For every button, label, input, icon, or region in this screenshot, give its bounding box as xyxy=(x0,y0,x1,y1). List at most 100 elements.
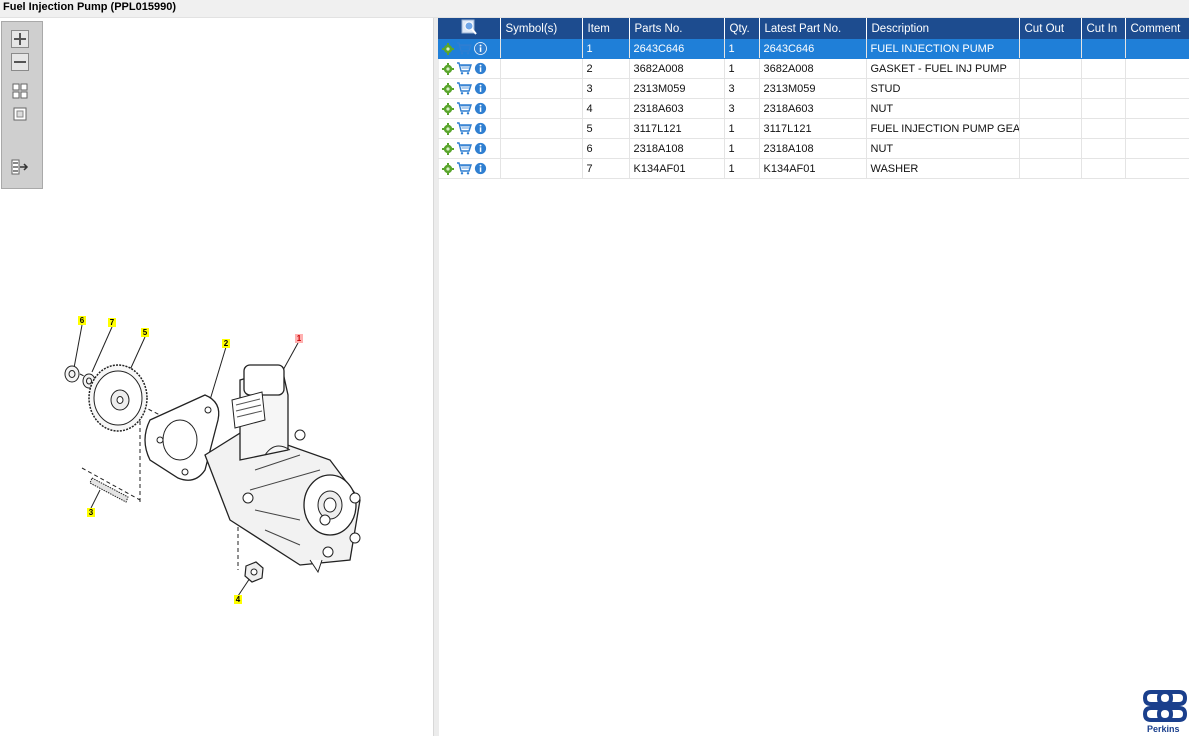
callout-4[interactable]: 4 xyxy=(234,595,242,604)
info-icon[interactable] xyxy=(474,122,487,135)
cell-cut-in xyxy=(1081,118,1126,139)
search-parts-icon[interactable] xyxy=(461,19,477,35)
cell-latest-part-no: 3682A008 xyxy=(759,58,867,79)
cell-cut-in xyxy=(1081,98,1126,119)
callout-3[interactable]: 3 xyxy=(87,508,95,517)
exploded-parts-diagram[interactable] xyxy=(0,0,433,736)
cell-comment xyxy=(1125,118,1189,139)
table-row[interactable]: 7 K134AF01 1 K134AF01 WASHER xyxy=(438,158,1189,179)
column-header-actions[interactable] xyxy=(438,18,501,39)
info-icon[interactable] xyxy=(474,142,487,155)
gear-icon[interactable] xyxy=(442,102,454,115)
cell-cut-out xyxy=(1019,39,1082,59)
row-actions xyxy=(438,39,501,59)
cart-icon[interactable] xyxy=(456,82,472,95)
gear-icon[interactable] xyxy=(442,122,454,135)
table-row[interactable]: 5 3117L121 1 3117L121 FUEL INJECTION PUMP GE… xyxy=(438,118,1189,139)
column-header-cut-in[interactable]: Cut In xyxy=(1081,18,1126,39)
info-icon[interactable] xyxy=(474,102,487,115)
column-header-description[interactable]: Description xyxy=(866,18,1020,39)
cell-qty: 1 xyxy=(724,58,760,79)
cell-part-no: 2643C646 xyxy=(629,39,725,59)
callout-6[interactable]: 6 xyxy=(78,316,86,325)
cell-part-no: 2318A108 xyxy=(629,138,725,159)
cell-cut-in xyxy=(1081,158,1126,179)
cell-cut-out xyxy=(1019,98,1082,119)
info-icon[interactable] xyxy=(474,82,487,95)
table-header-row: Symbol(s) Item Parts No. Qty. Latest Par… xyxy=(438,18,1189,39)
column-header-qty[interactable]: Qty. xyxy=(724,18,760,39)
perkins-logo-text: Perkins xyxy=(1147,724,1180,734)
row-actions xyxy=(438,158,501,179)
cart-icon[interactable] xyxy=(456,162,472,175)
cell-part-no: 2313M059 xyxy=(629,78,725,99)
callout-2[interactable]: 2 xyxy=(222,339,230,348)
cell-cut-in xyxy=(1081,78,1126,99)
cell-cut-out xyxy=(1019,158,1082,179)
callout-7[interactable]: 7 xyxy=(108,318,116,327)
gear-icon[interactable] xyxy=(442,42,454,55)
cell-part-no: 2318A603 xyxy=(629,98,725,119)
gear-icon[interactable] xyxy=(442,62,454,75)
cell-item: 5 xyxy=(582,118,630,139)
cell-cut-out xyxy=(1019,78,1082,99)
cell-cut-out xyxy=(1019,138,1082,159)
cell-qty: 1 xyxy=(724,158,760,179)
cell-latest-part-no: K134AF01 xyxy=(759,158,867,179)
cell-latest-part-no: 3117L121 xyxy=(759,118,867,139)
table-row[interactable]: 3 2313M059 3 2313M059 STUD xyxy=(438,78,1189,99)
row-actions xyxy=(438,58,501,79)
cell-qty: 3 xyxy=(724,98,760,119)
cell-part-no: K134AF01 xyxy=(629,158,725,179)
callout-5[interactable]: 5 xyxy=(141,328,149,337)
cart-icon[interactable] xyxy=(456,142,472,155)
cell-item: 1 xyxy=(582,39,630,59)
cell-item: 4 xyxy=(582,98,630,119)
info-icon[interactable] xyxy=(474,62,487,75)
row-actions xyxy=(438,118,501,139)
cart-icon[interactable] xyxy=(456,62,472,75)
info-icon[interactable] xyxy=(474,42,487,55)
cell-description: FUEL INJECTION PUMP xyxy=(866,39,1020,59)
cell-qty: 1 xyxy=(724,39,760,59)
cell-cut-out xyxy=(1019,58,1082,79)
table-row[interactable]: 2 3682A008 1 3682A008 GASKET - FUEL INJ PUMP xyxy=(438,58,1189,79)
cell-symbols xyxy=(500,138,583,159)
cart-icon[interactable] xyxy=(456,122,472,135)
cell-latest-part-no: 2643C646 xyxy=(759,39,867,59)
cell-qty: 3 xyxy=(724,78,760,99)
cell-latest-part-no: 2318A603 xyxy=(759,98,867,119)
cell-item: 3 xyxy=(582,78,630,99)
table-row[interactable]: 1 2643C646 1 2643C646 FUEL INJECTION PUMP xyxy=(438,39,1189,59)
gear-icon[interactable] xyxy=(442,82,454,95)
table-row[interactable]: 6 2318A108 1 2318A108 NUT xyxy=(438,138,1189,159)
column-header-item[interactable]: Item xyxy=(582,18,630,39)
column-header-cut-out[interactable]: Cut Out xyxy=(1019,18,1082,39)
cart-icon[interactable] xyxy=(456,102,472,115)
table-row[interactable]: 4 2318A603 3 2318A603 NUT xyxy=(438,98,1189,119)
cell-item: 2 xyxy=(582,58,630,79)
cell-symbols xyxy=(500,78,583,99)
cell-part-no: 3117L121 xyxy=(629,118,725,139)
cell-symbols xyxy=(500,158,583,179)
cell-cut-in xyxy=(1081,58,1126,79)
info-icon[interactable] xyxy=(474,162,487,175)
cell-latest-part-no: 2313M059 xyxy=(759,78,867,99)
cell-description: WASHER xyxy=(866,158,1020,179)
column-header-comment[interactable]: Comment xyxy=(1125,18,1189,39)
cell-qty: 1 xyxy=(724,118,760,139)
cell-description: GASKET - FUEL INJ PUMP xyxy=(866,58,1020,79)
cell-cut-in xyxy=(1081,39,1126,59)
callout-1[interactable]: 1 xyxy=(295,334,303,343)
cell-description: STUD xyxy=(866,78,1020,99)
cell-item: 7 xyxy=(582,158,630,179)
cell-item: 6 xyxy=(582,138,630,159)
cart-icon[interactable] xyxy=(456,42,472,55)
gear-icon[interactable] xyxy=(442,162,454,175)
column-header-latest-part-no[interactable]: Latest Part No. xyxy=(759,18,867,39)
column-header-part-no[interactable]: Parts No. xyxy=(629,18,725,39)
cell-latest-part-no: 2318A108 xyxy=(759,138,867,159)
cell-description: FUEL INJECTION PUMP GEAR xyxy=(866,118,1020,139)
gear-icon[interactable] xyxy=(442,142,454,155)
column-header-symbols[interactable]: Symbol(s) xyxy=(500,18,583,39)
